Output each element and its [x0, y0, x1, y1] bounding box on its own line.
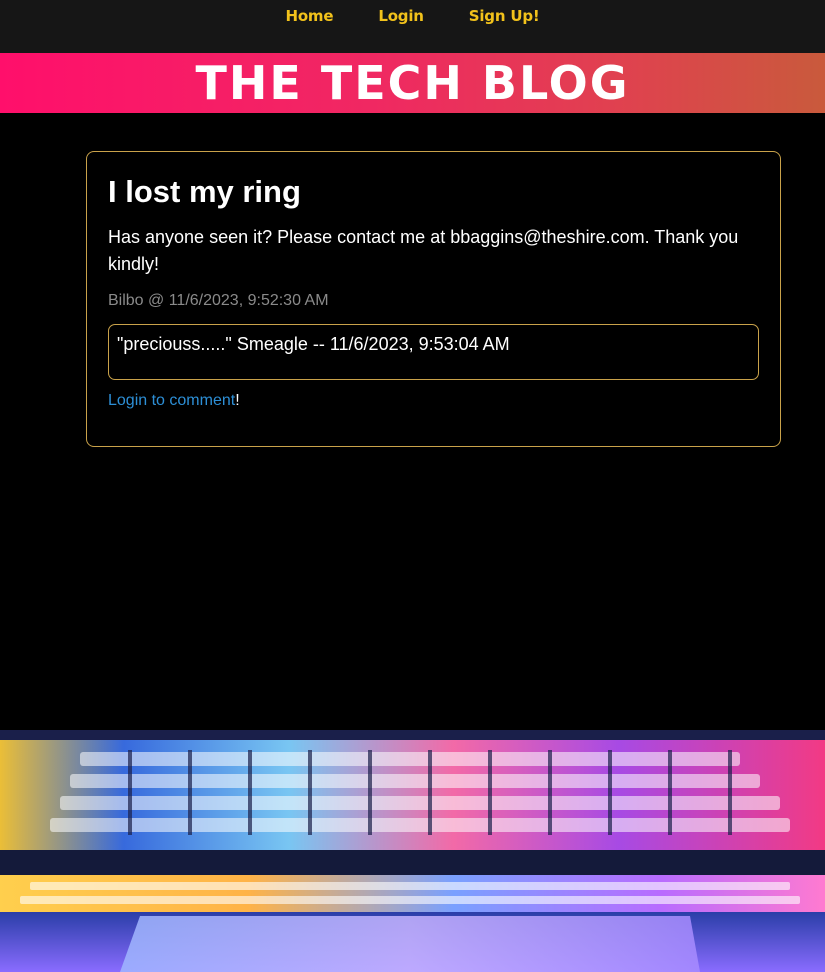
login-to-comment-suffix: ! [235, 392, 240, 409]
login-to-comment: Login to comment! [108, 392, 759, 410]
site-banner: THE TECH BLOG [0, 53, 825, 113]
laptop-background-image [0, 730, 825, 972]
post-meta: Bilbo @ 11/6/2023, 9:52:30 AM [108, 292, 329, 309]
comment: "preciouss....." Smeagle -- 11/6/2023, 9… [108, 324, 759, 380]
comment-text: "preciouss....." Smeagle -- 11/6/2023, 9… [117, 334, 510, 354]
nav-home-link[interactable]: Home [285, 7, 333, 25]
post-body: Has anyone seen it? Please contact me at… [108, 227, 739, 274]
site-title: THE TECH BLOG [195, 56, 630, 110]
post-title: I lost my ring [108, 174, 301, 209]
post-card: I lost my ring Has anyone seen it? Pleas… [86, 151, 781, 447]
login-to-comment-link[interactable]: Login to comment [108, 392, 235, 409]
navbar: Home Login Sign Up! [0, 0, 825, 53]
page: Home Login Sign Up! THE TECH BLOG I lost… [0, 0, 825, 972]
nav-signup-link[interactable]: Sign Up! [469, 7, 540, 25]
nav-login-link[interactable]: Login [378, 7, 424, 25]
nav-links: Home Login Sign Up! [0, 7, 825, 25]
